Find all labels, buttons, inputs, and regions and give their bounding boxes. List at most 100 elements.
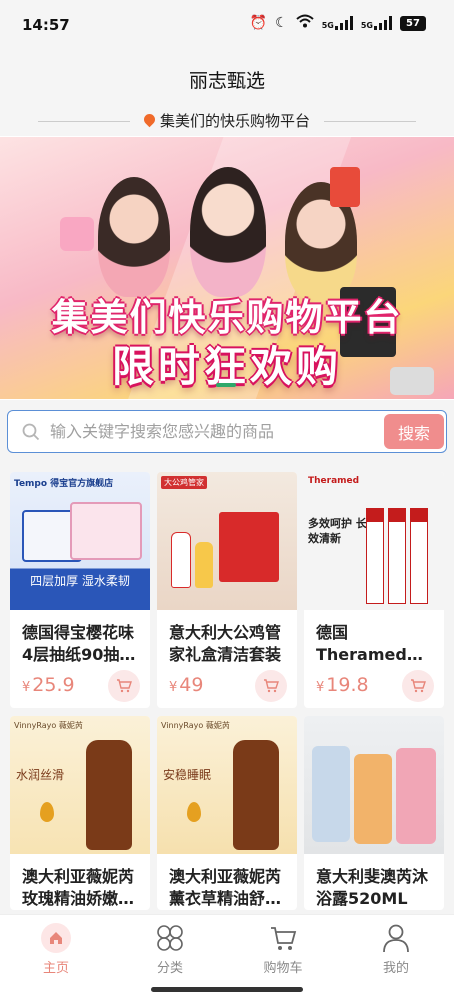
- toothpaste-icon: [410, 508, 428, 604]
- price-value: 25.9: [32, 674, 75, 696]
- product-footer: ¥25.9: [10, 666, 150, 708]
- user-icon: [383, 924, 409, 953]
- product-image: Theramed 多效呵护 长效清新: [304, 472, 444, 610]
- battery-icon: 57: [400, 15, 426, 31]
- alarm-icon: ⏰: [249, 15, 268, 31]
- product-image: Tempo 得宝官方旗舰店 四层加厚 湿水柔韧: [10, 472, 150, 610]
- product-card[interactable]: 大公鸡管家 意大利大公鸡管家礼盒清洁套装 ¥49: [157, 472, 297, 708]
- image-caption: 四层加厚 湿水柔韧: [30, 574, 130, 588]
- home-indicator[interactable]: [151, 987, 303, 992]
- product-image: 大公鸡管家: [157, 472, 297, 610]
- cart-icon: [271, 927, 297, 950]
- banner-model-left: [98, 177, 170, 297]
- price-symbol: ¥: [22, 680, 31, 695]
- location-pin-icon: [141, 111, 158, 128]
- oil-drop-icon: [40, 802, 54, 822]
- header: 丽志甄选 集美们的快乐购物平台: [0, 56, 454, 136]
- banner-model-center: [190, 167, 266, 297]
- product-card[interactable]: Theramed 多效呵护 长效清新 德国Theramed护齿达（新款… ¥19…: [304, 472, 444, 708]
- signal-icon-2: 5G: [361, 16, 392, 30]
- home-icon-bubble: [41, 923, 71, 953]
- price-symbol: ¥: [169, 680, 178, 695]
- product-name[interactable]: 意大利斐澳芮沐浴露520ML: [304, 854, 444, 910]
- tab-label: 主页: [42, 961, 69, 976]
- tab-cart[interactable]: 购物车: [243, 923, 323, 976]
- gift-box-icon: [219, 512, 279, 582]
- status-icons: ⏰ ☾ 5G 5G 57: [250, 14, 426, 32]
- product-name[interactable]: 意大利大公鸡管家礼盒清洁套装: [157, 610, 297, 666]
- tab-profile[interactable]: 我的: [356, 923, 436, 976]
- product-footer: ¥19.8: [304, 666, 444, 708]
- product-image: VinnyRayo 薇妮芮 安稳睡眠: [157, 716, 297, 854]
- cart-icon: [117, 679, 132, 693]
- tab-label: 分类: [156, 961, 183, 976]
- toothpaste-icon: [366, 508, 384, 604]
- tab-label: 购物车: [263, 961, 303, 976]
- cart-icon: [264, 679, 279, 693]
- signal-icon-1: 5G: [322, 16, 353, 30]
- price-symbol: ¥: [316, 680, 325, 695]
- promo-banner[interactable]: 集美们快乐购物平台 限时狂欢购: [0, 137, 454, 399]
- home-icon: [50, 932, 62, 944]
- brand-label: VinnyRayo 薇妮芮: [161, 721, 230, 730]
- product-card[interactable]: VinnyRayo 薇妮芮 水润丝滑 澳大利亚薇妮芮玫瑰精油娇嫩…: [10, 716, 150, 910]
- product-price: ¥25.9: [22, 674, 75, 696]
- product-footer: ¥49: [157, 666, 297, 708]
- status-time: 14:57: [22, 16, 70, 34]
- search-button[interactable]: 搜索: [384, 414, 444, 449]
- product-price: ¥19.8: [316, 674, 369, 696]
- image-caption: 多效呵护 长效清新: [308, 517, 367, 545]
- image-caption: 安稳睡眠: [163, 768, 212, 782]
- product-card[interactable]: VinnyRayo 薇妮芮 安稳睡眠 澳大利亚薇妮芮薰衣草精油舒…: [157, 716, 297, 910]
- brand-label: Tempo 得宝官方旗舰店: [14, 479, 114, 489]
- oil-bottle-icon: [86, 740, 132, 850]
- toothpaste-icon: [388, 508, 406, 604]
- product-name[interactable]: 澳大利亚薇妮芮玫瑰精油娇嫩…: [10, 854, 150, 910]
- slogan: 集美们的快乐购物平台: [0, 110, 454, 131]
- product-name[interactable]: 德国得宝樱花味4层抽纸90抽…: [10, 610, 150, 666]
- product-grid: Tempo 得宝官方旗舰店 四层加厚 湿水柔韧 德国得宝樱花味4层抽纸90抽… …: [0, 462, 454, 914]
- bottle-icon: [354, 754, 392, 844]
- product-image: [304, 716, 444, 854]
- add-to-cart-button[interactable]: [402, 670, 434, 702]
- bottom-tab-bar: 主页 分类 购物车 我的: [0, 914, 454, 1000]
- bottle-icon: [396, 748, 436, 844]
- add-to-cart-button[interactable]: [108, 670, 140, 702]
- status-bar: 14:57 ⏰ ☾ 5G 5G 57: [0, 0, 454, 56]
- oil-bottle-icon: [233, 740, 279, 850]
- bottle-icon: [195, 542, 213, 588]
- brand-label: 大公鸡管家: [161, 476, 207, 489]
- bottle-icon: [312, 746, 350, 842]
- add-to-cart-button[interactable]: [255, 670, 287, 702]
- carousel-indicator[interactable]: [216, 383, 236, 387]
- price-value: 19.8: [326, 674, 369, 696]
- oil-drop-icon: [187, 802, 201, 822]
- product-image: VinnyRayo 薇妮芮 水润丝滑: [10, 716, 150, 854]
- page-title: 丽志甄选: [188, 70, 265, 92]
- product-card[interactable]: Tempo 得宝官方旗舰店 四层加厚 湿水柔韧 德国得宝樱花味4层抽纸90抽… …: [10, 472, 150, 708]
- product-card[interactable]: 意大利斐澳芮沐浴露520ML: [304, 716, 444, 910]
- cart-icon: [411, 679, 426, 693]
- price-value: 49: [179, 674, 204, 696]
- search-box: 搜索: [7, 410, 447, 453]
- search-icon: [22, 423, 40, 441]
- image-caption: 水润丝滑: [16, 768, 65, 782]
- bottle-icon: [171, 532, 191, 588]
- gift-box-icon: [60, 217, 94, 251]
- product-price: ¥49: [169, 674, 203, 696]
- snack-icon: [330, 167, 360, 207]
- category-icon: [157, 925, 183, 951]
- moon-icon: ☾: [275, 15, 288, 31]
- slogan-text: 集美们的快乐购物平台: [159, 112, 310, 130]
- tissue-pack-icon: [70, 502, 142, 560]
- tab-home[interactable]: 主页: [16, 923, 96, 976]
- product-name[interactable]: 德国Theramed护齿达（新款…: [304, 610, 444, 666]
- signal-label-1: 5G: [321, 21, 334, 30]
- tab-category[interactable]: 分类: [130, 923, 210, 976]
- brand-label: Theramed: [308, 476, 360, 486]
- product-name[interactable]: 澳大利亚薇妮芮薰衣草精油舒…: [157, 854, 297, 910]
- tab-label: 我的: [382, 961, 409, 976]
- brand-label: VinnyRayo 薇妮芮: [14, 721, 83, 730]
- search-input[interactable]: [50, 411, 380, 452]
- search-bar: 搜索: [0, 400, 454, 462]
